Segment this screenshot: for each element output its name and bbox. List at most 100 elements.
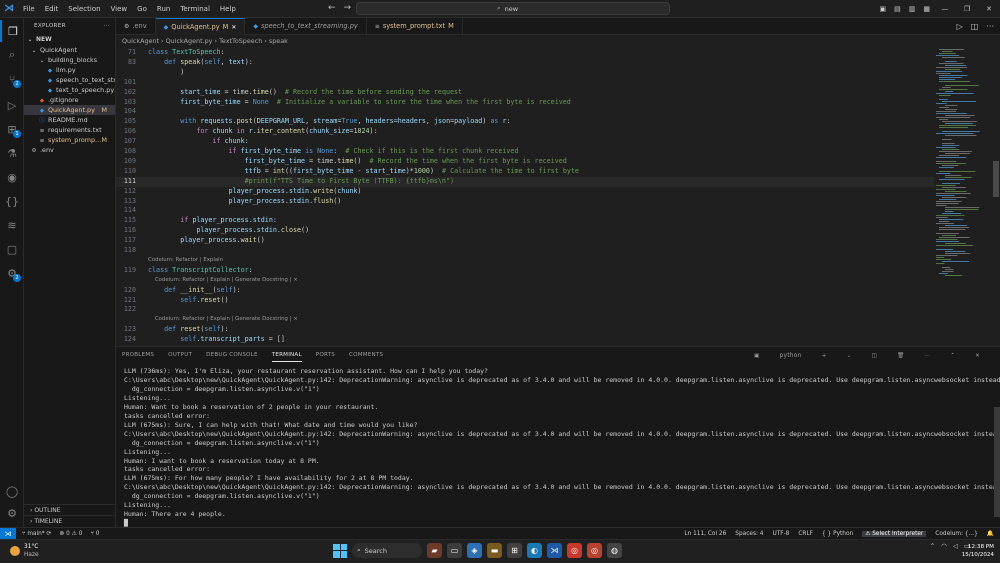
encoding[interactable]: UTF-8: [772, 531, 789, 537]
close-icon[interactable]: ✕: [978, 5, 1000, 13]
editor-tab[interactable]: ◆ QuickAgent.py M ✕: [155, 18, 246, 36]
menu-help[interactable]: Help: [215, 0, 241, 18]
tray-chevron-icon[interactable]: ⌃: [930, 542, 935, 550]
tree-item[interactable]: ◆ speech_to_text_str...: [24, 75, 115, 85]
layout-panel-icon[interactable]: ▤: [890, 5, 905, 13]
tab-output[interactable]: OUTPUT: [168, 349, 192, 361]
minimap[interactable]: [934, 47, 992, 343]
close-tab-icon[interactable]: ✕: [231, 19, 236, 36]
forward-arrow-icon[interactable]: →: [344, 3, 352, 13]
menu-selection[interactable]: Selection: [63, 0, 105, 18]
notifications-bell-icon[interactable]: 🔔: [987, 531, 994, 537]
editor-tab[interactable]: ◆ speech_to_text_streaming.py: [245, 18, 367, 35]
code-editor[interactable]: 71 class TextToSpeech: 83 def speak(self, …: [116, 47, 934, 343]
codeium-status[interactable]: Codeium: {...}: [935, 531, 977, 537]
store-icon[interactable]: ⊞: [507, 543, 522, 558]
source-control-icon[interactable]: ⑂ 2: [0, 68, 24, 90]
testing-icon[interactable]: ⚗: [0, 142, 24, 164]
tree-item[interactable]: ◆ QuickAgent.py M: [24, 105, 115, 115]
tab-debug-console[interactable]: DEBUG CONSOLE: [206, 349, 258, 361]
run-python-icon[interactable]: ▷: [957, 22, 963, 31]
menu-file[interactable]: File: [18, 0, 40, 18]
menu-terminal[interactable]: Terminal: [175, 0, 215, 18]
timeline-section[interactable]: › TIMELINE: [24, 515, 116, 526]
terminal-shell-label[interactable]: python: [779, 349, 801, 362]
accounts-icon[interactable]: ◯: [0, 480, 24, 502]
cursor-position[interactable]: Ln 111, Col 26: [684, 531, 726, 537]
select-interpreter[interactable]: ⚠ Select Interpreter: [862, 531, 927, 537]
branch-status[interactable]: ⑂ main* ⟳: [22, 531, 51, 537]
tree-item[interactable]: ⚙ .env: [24, 145, 115, 155]
more-actions-icon[interactable]: ···: [986, 22, 994, 31]
docker-icon[interactable]: ≋: [0, 214, 24, 236]
split-terminal-icon[interactable]: ◫: [871, 350, 877, 362]
outline-section[interactable]: › OUTLINE: [24, 504, 116, 515]
tab-problems[interactable]: PROBLEMS: [122, 349, 154, 361]
close-panel-icon[interactable]: ✕: [975, 350, 980, 362]
ports-status[interactable]: ⑂ 0: [90, 531, 99, 537]
weather-widget[interactable]: 31°C Haze: [10, 543, 39, 559]
language-mode[interactable]: { } Python: [822, 531, 853, 537]
codelens[interactable]: Codeium: Refactor | Explain: [116, 256, 934, 266]
vscode-taskbar-icon[interactable]: ⋊: [547, 543, 562, 558]
file-explorer-icon[interactable]: ▭: [447, 543, 462, 558]
codelens[interactable]: Codeium: Refactor | Explain | Generate D…: [116, 315, 934, 325]
more-actions-icon[interactable]: ···: [104, 18, 110, 35]
explorer-icon[interactable]: ❐: [0, 20, 24, 42]
menu-edit[interactable]: Edit: [40, 0, 64, 18]
remote-indicator-icon[interactable]: ⋊: [0, 527, 16, 540]
terminal-scrollbar[interactable]: [994, 407, 1000, 517]
more-actions-icon[interactable]: ···: [924, 350, 930, 362]
maximize-panel-icon[interactable]: ⌃: [950, 350, 955, 362]
search-icon[interactable]: ⌕: [0, 44, 24, 66]
command-center-search[interactable]: ⌕ new: [356, 2, 670, 15]
layout-customize-icon[interactable]: ▦: [919, 5, 934, 13]
menu-go[interactable]: Go: [132, 0, 152, 18]
windows-start-icon[interactable]: [333, 543, 347, 558]
terminal-output[interactable]: LLM (736ms): Yes, I'm Eliza, your restau…: [124, 367, 1000, 527]
taskbar-search[interactable]: ⌕ Search: [352, 543, 422, 558]
trash-icon[interactable]: 🗑: [897, 350, 904, 362]
clock[interactable]: 12:38 PM 15/10/2024: [962, 543, 994, 559]
tab-comments[interactable]: COMMENTS: [349, 349, 383, 361]
manage-gear-icon[interactable]: ⚙: [0, 502, 24, 524]
editor-tab[interactable]: ≡ system_prompt.txt M: [367, 18, 463, 35]
split-editor-icon[interactable]: ◫: [971, 22, 979, 31]
tree-item[interactable]: ◆ text_to_speech.py: [24, 85, 115, 95]
new-terminal-icon[interactable]: +: [822, 350, 827, 362]
tree-item[interactable]: ⌄ building_blocks: [24, 55, 115, 65]
extensions-icon[interactable]: ⊞ 1: [0, 118, 24, 140]
tab-terminal[interactable]: TERMINAL: [271, 349, 302, 362]
chrome-profile-icon[interactable]: ◎: [587, 543, 602, 558]
python-icon[interactable]: ⚙ 2: [0, 262, 24, 284]
tree-item[interactable]: ≡ system_promp... M: [24, 135, 115, 145]
widgets-icon[interactable]: ◈: [467, 543, 482, 558]
edge-icon[interactable]: ◐: [527, 543, 542, 558]
chrome-icon[interactable]: ◎: [567, 543, 582, 558]
menu-view[interactable]: View: [106, 0, 133, 18]
indentation[interactable]: Spaces: 4: [735, 531, 763, 537]
back-arrow-icon[interactable]: ←: [328, 3, 336, 13]
breadcrumb[interactable]: QuickAgent › QuickAgent.py › TextToSpeec…: [116, 35, 936, 47]
tab-ports[interactable]: PORTS: [316, 349, 335, 361]
github-icon[interactable]: ◍: [607, 543, 622, 558]
tree-item[interactable]: ⌄ QuickAgent: [24, 45, 115, 55]
minimize-icon[interactable]: —: [934, 5, 956, 13]
run-debug-icon[interactable]: ▷: [0, 94, 24, 116]
terminal-dropdown-icon[interactable]: ⌄: [847, 350, 852, 362]
tree-item[interactable]: ◆ .gitignore: [24, 95, 115, 105]
layout-sidebar-icon[interactable]: ▣: [876, 5, 891, 13]
tree-item[interactable]: ≡ requirements.txt: [24, 125, 115, 135]
wifi-icon[interactable]: ◠: [941, 542, 947, 550]
workspace-root[interactable]: ⌄ NEW: [24, 35, 115, 45]
scrollbar-thumb[interactable]: [993, 161, 999, 197]
layout-secondary-icon[interactable]: ▥: [905, 5, 920, 13]
problems-status[interactable]: ⊗ 0 ⚠ 0: [59, 531, 82, 537]
tree-item[interactable]: ◆ llm.py: [24, 65, 115, 75]
remote-explorer-icon[interactable]: ▢: [0, 238, 24, 260]
menu-run[interactable]: Run: [152, 0, 175, 18]
restore-icon[interactable]: ❐: [956, 5, 978, 13]
tree-item[interactable]: ⓘ README.md: [24, 115, 115, 125]
editor-tab[interactable]: ⚙ .env: [116, 18, 156, 35]
codelens[interactable]: Codeium: Refactor | Explain | Generate D…: [116, 276, 934, 286]
